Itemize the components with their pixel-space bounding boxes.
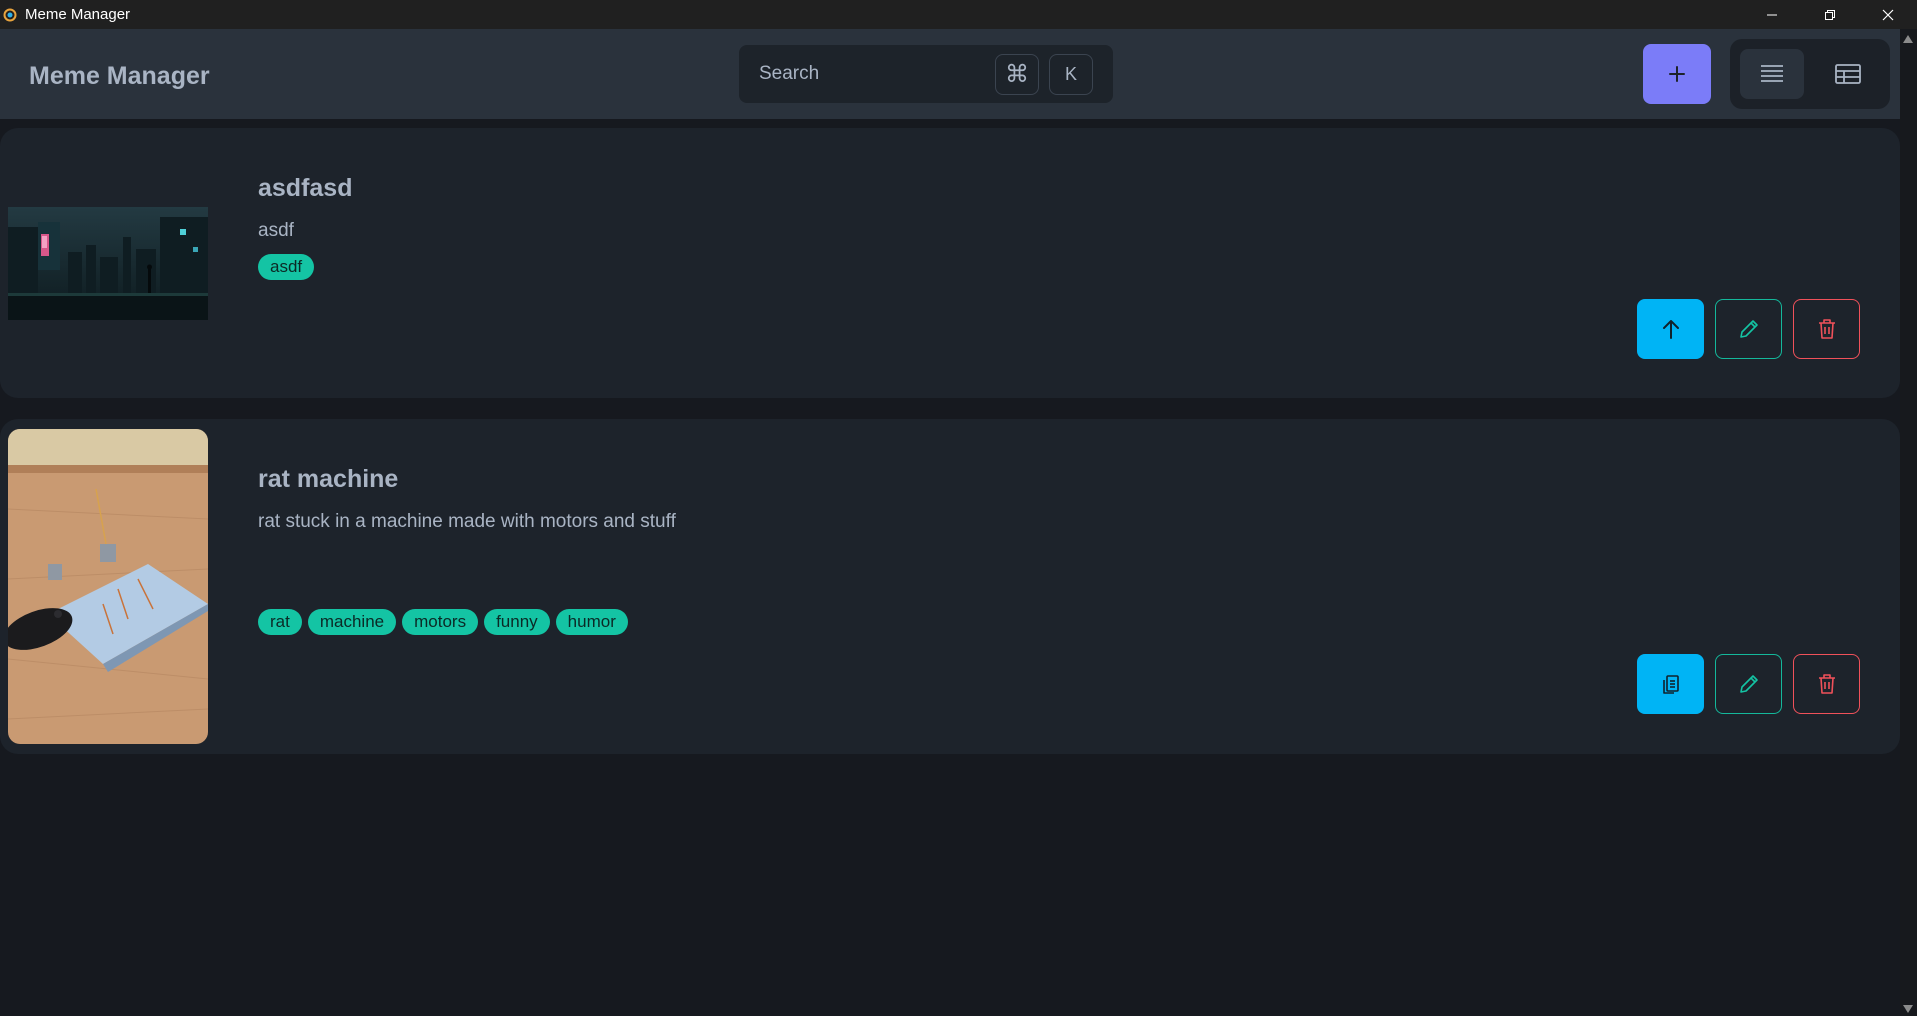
add-meme-button[interactable] bbox=[1643, 44, 1711, 104]
meme-description: asdf bbox=[258, 220, 294, 241]
copy-button[interactable] bbox=[1637, 654, 1704, 714]
meme-thumbnail[interactable] bbox=[8, 207, 208, 320]
restore-icon bbox=[1825, 9, 1835, 20]
table-view-icon bbox=[1835, 64, 1861, 84]
vertical-scrollbar[interactable] bbox=[1900, 29, 1917, 1016]
meme-card: asdfasd asdf asdf bbox=[0, 128, 1900, 398]
table-view-button[interactable] bbox=[1816, 49, 1880, 99]
meme-actions bbox=[1637, 299, 1860, 359]
meme-actions bbox=[1637, 654, 1860, 714]
meme-description: rat stuck in a machine made with motors … bbox=[258, 511, 676, 532]
edit-button[interactable] bbox=[1715, 654, 1782, 714]
scroll-up-arrow-icon[interactable] bbox=[1903, 35, 1913, 43]
list-view-button[interactable] bbox=[1740, 49, 1804, 99]
plus-icon bbox=[1669, 66, 1685, 82]
tag-badge[interactable]: funny bbox=[484, 609, 550, 635]
meme-thumbnail[interactable] bbox=[8, 429, 208, 744]
tag-badge[interactable]: machine bbox=[307, 609, 397, 635]
delete-button[interactable] bbox=[1793, 654, 1860, 714]
tag-badge[interactable]: motors bbox=[402, 609, 479, 635]
pencil-icon bbox=[1739, 675, 1758, 693]
app-logo-icon bbox=[2, 7, 18, 23]
shortcut-cmd-key: ⌘ bbox=[995, 54, 1039, 95]
search-bar[interactable]: ⌘ K bbox=[739, 45, 1113, 103]
pencil-icon bbox=[1739, 320, 1758, 338]
close-icon bbox=[1882, 9, 1894, 20]
tag-list: asdf bbox=[258, 254, 315, 280]
tag-list: rat machine motors funny humor bbox=[258, 609, 628, 635]
minimize-button[interactable] bbox=[1743, 0, 1801, 29]
app-brand[interactable]: Meme Manager bbox=[29, 62, 210, 91]
meme-card: rat machine rat stuck in a machine made … bbox=[0, 419, 1900, 754]
meme-title: rat machine bbox=[258, 465, 399, 493]
app-header: Meme Manager ⌘ K bbox=[0, 29, 1900, 119]
window-title: Meme Manager bbox=[25, 6, 131, 23]
shortcut-k-key: K bbox=[1049, 54, 1093, 95]
window-title-bar: Meme Manager bbox=[0, 0, 1917, 29]
tag-badge[interactable]: rat bbox=[258, 609, 302, 635]
upload-button[interactable] bbox=[1637, 299, 1704, 359]
tag-badge[interactable]: asdf bbox=[258, 254, 315, 280]
delete-button[interactable] bbox=[1793, 299, 1860, 359]
close-window-button[interactable] bbox=[1859, 0, 1917, 29]
view-toggle bbox=[1730, 39, 1890, 109]
tag-badge[interactable]: humor bbox=[555, 609, 628, 635]
list-view-icon bbox=[1761, 65, 1783, 82]
restore-button[interactable] bbox=[1801, 0, 1859, 29]
upload-arrow-icon bbox=[1662, 320, 1679, 339]
trash-icon bbox=[1818, 674, 1835, 694]
search-input[interactable] bbox=[739, 45, 989, 103]
trash-icon bbox=[1818, 319, 1835, 339]
edit-button[interactable] bbox=[1715, 299, 1782, 359]
scroll-down-arrow-icon[interactable] bbox=[1903, 1005, 1913, 1013]
meme-title: asdfasd bbox=[258, 174, 353, 202]
copy-clipboard-icon bbox=[1662, 675, 1679, 694]
minimize-icon bbox=[1767, 14, 1777, 15]
